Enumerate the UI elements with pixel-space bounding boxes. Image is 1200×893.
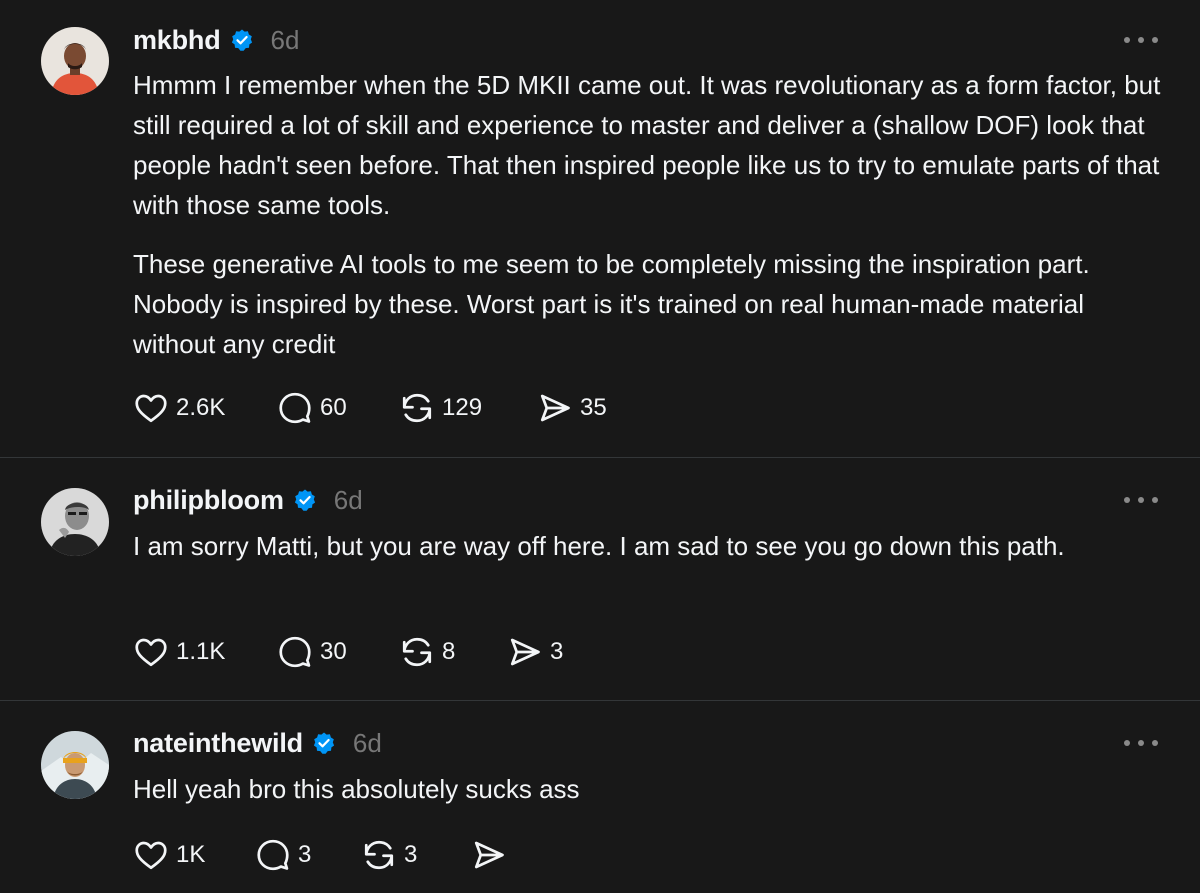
repost-count: 129 <box>442 394 483 421</box>
post-time: 6d <box>352 727 382 758</box>
post-mkbhd: mkbhd 6d Hmmm I remember when the 5D MKI… <box>0 0 1200 457</box>
share-button[interactable] <box>471 837 514 873</box>
post-time: 6d <box>270 24 300 55</box>
post-body: I am sorry Matti, but you are way off he… <box>133 526 1073 566</box>
more-dots-icon[interactable] <box>1124 495 1158 505</box>
repost-icon <box>402 637 432 667</box>
reply-button[interactable]: 60 <box>277 390 399 426</box>
post-nateinthewild: nateinthewild 6d Hell yeah bro this abso… <box>0 701 1200 893</box>
repost-count: 3 <box>404 841 418 868</box>
verified-badge-icon <box>231 29 252 51</box>
reply-count: 60 <box>320 394 347 421</box>
post-paragraph: Hell yeah bro this absolutely sucks ass <box>133 774 580 804</box>
reply-button[interactable]: 30 <box>277 634 399 670</box>
avatar[interactable] <box>41 488 109 556</box>
username[interactable]: nateinthewild <box>133 728 303 759</box>
send-icon <box>510 638 540 666</box>
repost-count: 8 <box>442 638 456 665</box>
heart-icon <box>135 638 167 667</box>
repost-icon <box>402 393 432 423</box>
avatar[interactable] <box>41 731 109 799</box>
share-button[interactable]: 3 <box>507 634 563 670</box>
post-paragraph: I am sorry Matti, but you are way off he… <box>133 531 1065 561</box>
post-actions: 1K 3 3 <box>133 835 514 875</box>
post-header: nateinthewild 6d <box>133 723 382 763</box>
post-body: Hmmm I remember when the 5D MKII came ou… <box>133 65 1163 364</box>
send-icon <box>540 394 570 422</box>
share-count: 35 <box>580 394 607 421</box>
repost-button[interactable]: 129 <box>399 390 537 426</box>
like-count: 1K <box>176 841 206 868</box>
share-count: 3 <box>550 638 564 665</box>
verified-badge-icon <box>313 732 335 754</box>
post-body: Hell yeah bro this absolutely sucks ass <box>133 769 1163 809</box>
like-count: 1.1K <box>176 638 226 665</box>
like-button[interactable]: 1K <box>133 837 255 873</box>
like-button[interactable]: 2.6K <box>133 390 277 426</box>
like-count: 2.6K <box>176 394 226 421</box>
reply-count: 30 <box>320 638 347 665</box>
post-philipbloom: philipbloom 6d I am sorry Matti, but you… <box>0 458 1200 700</box>
speech-bubble-icon <box>257 839 289 871</box>
heart-icon <box>135 841 167 870</box>
username[interactable]: philipbloom <box>133 485 284 516</box>
share-button[interactable]: 35 <box>537 390 607 426</box>
reply-count: 3 <box>298 841 312 868</box>
post-header: mkbhd 6d <box>133 20 299 60</box>
send-icon <box>474 841 504 869</box>
more-dots-icon[interactable] <box>1124 738 1158 748</box>
post-actions: 2.6K 60 129 35 <box>133 388 607 428</box>
post-header: philipbloom 6d <box>133 480 363 520</box>
like-button[interactable]: 1.1K <box>133 634 277 670</box>
avatar[interactable] <box>41 27 109 95</box>
thread-feed: mkbhd 6d Hmmm I remember when the 5D MKI… <box>0 0 1200 893</box>
post-time: 6d <box>333 484 363 515</box>
repost-button[interactable]: 8 <box>399 634 507 670</box>
post-paragraph: Hmmm I remember when the 5D MKII came ou… <box>133 70 1161 220</box>
username[interactable]: mkbhd <box>133 25 221 56</box>
reply-button[interactable]: 3 <box>255 837 361 873</box>
repost-button[interactable]: 3 <box>361 837 471 873</box>
repost-icon <box>364 840 394 870</box>
verified-badge-icon <box>294 489 315 511</box>
post-paragraph: These generative AI tools to me seem to … <box>133 249 1090 359</box>
speech-bubble-icon <box>279 392 311 424</box>
speech-bubble-icon <box>279 636 311 668</box>
post-actions: 1.1K 30 8 3 <box>133 632 563 672</box>
more-dots-icon[interactable] <box>1124 35 1158 45</box>
heart-icon <box>135 394 167 423</box>
